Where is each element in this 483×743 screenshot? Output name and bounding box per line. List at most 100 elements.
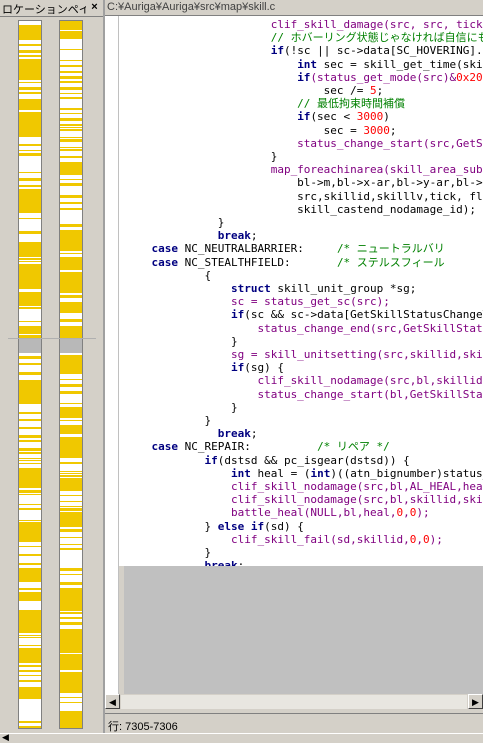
code-line[interactable]: if(dstsd && pc_isgear(dstsd)) { — [125, 454, 410, 467]
code-line[interactable]: sec /= 5; — [125, 84, 383, 97]
code-line[interactable]: map_foreachinarea(skill_area_sub, — [125, 163, 483, 176]
code-token: ; — [377, 84, 384, 97]
location-marker — [19, 144, 41, 146]
location-marker — [19, 440, 41, 442]
code-line[interactable]: break; — [125, 229, 257, 242]
location-marker — [60, 407, 82, 418]
code-token: { — [125, 269, 211, 282]
code-token: map_foreachinarea(skill_area_sub, — [125, 163, 483, 176]
arrow-left-icon[interactable]: ◀ — [2, 732, 9, 743]
arrow-right-icon[interactable]: ▶ — [468, 694, 483, 709]
location-marker — [60, 76, 82, 79]
code-token: // ホバーリング状態じゃなければ自信にも付 — [125, 31, 483, 44]
location-marker — [19, 321, 41, 322]
code-line[interactable]: break; — [125, 427, 257, 440]
code-line[interactable]: bl->m,bl->x-ar,bl->y-ar,bl->x+ar,bl- — [125, 176, 483, 189]
close-icon[interactable]: × — [88, 1, 101, 14]
location-marker — [19, 261, 41, 262]
code-line[interactable]: sec = 3000; — [125, 124, 397, 137]
code-line[interactable]: case NC_NEUTRALBARRIER: /* ニュートラルバリ — [125, 242, 445, 255]
code-token: sec /= — [125, 84, 370, 97]
code-line[interactable]: sc = status_get_sc(src); — [125, 295, 390, 308]
code-line[interactable]: } — [125, 335, 238, 348]
code-line[interactable]: clif_skill_nodamage(src,bl,skillid,skil — [125, 493, 483, 506]
code-line[interactable]: status_change_start(src,GetSkillSta — [125, 137, 483, 150]
code-line[interactable]: if(sc && sc->data[GetSkillStatusChangeTa — [125, 308, 483, 321]
code-line[interactable]: case NC_REPAIR: /* リペア */ — [125, 440, 390, 453]
code-token: } — [125, 520, 218, 533]
location-marker — [60, 588, 82, 611]
code-line[interactable]: // 最低拘束時間補償 — [125, 97, 405, 110]
code-line[interactable]: { — [125, 269, 211, 282]
location-marker — [60, 612, 82, 614]
location-marker — [60, 127, 82, 128]
code-line[interactable]: break; — [125, 559, 244, 566]
location-marker — [19, 99, 41, 110]
code-line[interactable]: clif_skill_nodamage(src,bl,AL_HEAL,heal — [125, 480, 483, 493]
code-line[interactable]: clif_skill_nodamage(src,bl,skillid,s — [125, 374, 483, 387]
code-line[interactable]: } — [125, 216, 224, 229]
code-token: sec = skill_get_time(skillid,sk — [317, 58, 483, 71]
location-marker — [60, 548, 82, 550]
code-line[interactable]: status_change_start(bl,GetSkillStat — [125, 388, 483, 401]
location-marker — [60, 379, 82, 380]
location-marker — [19, 112, 41, 137]
location-marker — [60, 574, 82, 575]
code-token: } — [125, 546, 211, 559]
code-line[interactable]: } — [125, 150, 277, 163]
line-position: 行: 7305-7306 — [108, 718, 178, 734]
location-marker — [60, 508, 82, 511]
code-line[interactable]: int sec = skill_get_time(skillid,sk — [125, 58, 483, 71]
code-token — [125, 308, 231, 321]
scrollbar-track[interactable] — [121, 695, 467, 709]
code-view[interactable]: clif_skill_damage(src, src, tick, 0, 0, … — [119, 16, 483, 566]
code-token: clif_skill_nodamage(src,bl,skillid,s — [125, 374, 483, 387]
location-marker — [60, 31, 82, 39]
location-marker — [60, 475, 82, 477]
location-viewport — [60, 339, 82, 353]
file-path: C:¥Auriga¥Auriga¥src¥map¥skill.c — [107, 1, 275, 13]
code-line[interactable]: status_change_end(src,GetSkillStatus — [125, 322, 483, 335]
arrow-left-icon[interactable]: ◀ — [105, 694, 120, 709]
code-token: if — [231, 308, 244, 321]
location-marker — [19, 264, 41, 289]
code-line[interactable]: skill_castend_nodamage_id); — [125, 203, 476, 216]
code-line[interactable]: src,skillid,skilllv,tick, flag|BCT_ — [125, 190, 483, 203]
location-marker — [60, 195, 82, 198]
code-line[interactable]: } — [125, 414, 211, 427]
line-gutter[interactable] — [105, 16, 119, 694]
location-marker — [19, 592, 41, 601]
code-line[interactable]: battle_heal(NULL,bl,heal,0,0); — [125, 506, 430, 519]
location-marker — [60, 654, 82, 670]
location-marker — [60, 208, 82, 210]
code-line[interactable]: struct skill_unit_group *sg; — [125, 282, 416, 295]
code-line[interactable]: if(status_get_mode(src)&0x20) — [125, 71, 483, 84]
code-line[interactable]: if(sec < 3000) — [125, 110, 390, 123]
location-marker — [60, 81, 82, 83]
location-marker — [19, 645, 41, 646]
code-line[interactable]: } — [125, 546, 211, 559]
code-line[interactable]: clif_skill_damage(src, src, tick, 0, 0, — [125, 18, 483, 31]
code-line[interactable]: } — [125, 401, 238, 414]
horizontal-scrollbar[interactable]: ◀ ▶ — [105, 694, 483, 710]
code-token — [125, 110, 297, 123]
code-token: , — [403, 506, 410, 519]
code-line[interactable]: if(sg) { — [125, 361, 284, 374]
code-line[interactable]: } else if(sd) { — [125, 520, 304, 533]
location-marker — [60, 617, 82, 619]
location-marker — [19, 427, 41, 429]
code-line[interactable]: clif_skill_fail(sd,skillid,0,0); — [125, 533, 443, 546]
location-strip-right[interactable] — [59, 20, 83, 729]
code-token: break — [218, 427, 251, 440]
location-marker — [19, 153, 41, 156]
location-strip-left[interactable] — [18, 20, 42, 729]
code-line[interactable]: if(!sc || sc->data[SC_HOVERING].timer == — [125, 44, 483, 57]
code-token: ; — [251, 229, 258, 242]
code-line[interactable]: int heal = (int)((atn_bignumber)status_g — [125, 467, 483, 480]
code-token: if — [271, 44, 284, 57]
code-line[interactable]: sg = skill_unitsetting(src,skillid,skil — [125, 348, 483, 361]
code-line[interactable]: case NC_STEALTHFIELD: /* ステルスフィール — [125, 256, 445, 269]
location-marker — [19, 412, 41, 414]
code-line[interactable]: // ホバーリング状態じゃなければ自信にも付 — [125, 31, 483, 44]
location-marker — [60, 471, 82, 472]
